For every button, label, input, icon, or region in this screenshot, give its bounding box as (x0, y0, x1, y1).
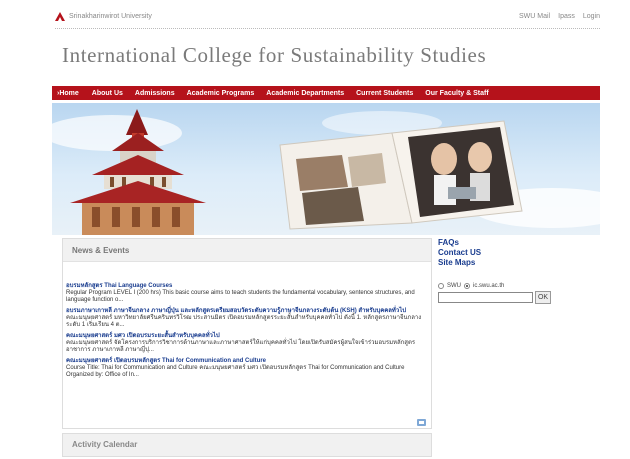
nav-academic-programs[interactable]: Academic Programs (181, 90, 261, 97)
news-item-body: Regular Program LEVEL I (200 hrs) This b… (66, 290, 415, 303)
swu-mail-link[interactable]: SWU Mail (519, 13, 550, 20)
ipass-link[interactable]: Ipass (558, 13, 575, 20)
hero-banner (52, 103, 600, 235)
nav-current-students[interactable]: Current Students (350, 90, 419, 97)
page: Srinakharinwirot University SWU Mail Ipa… (0, 0, 630, 459)
search-row: OK (438, 291, 558, 304)
news-item-title[interactable]: อบรมภาษาเกาหลี ภาษาจีนกลาง ภาษาญี่ปุ่น แ… (66, 308, 426, 315)
news-item-body: คณะมนุษยศาสตร์ จัดโครงการบริการวิชาการด้… (66, 340, 416, 353)
news-events-panel: News & Events อบรมหลักสูตร Thai Language… (62, 238, 432, 429)
search-scope: SWU ic.swu.ac.th (438, 283, 558, 289)
search-box: SWU ic.swu.ac.th OK (438, 283, 558, 304)
search-input[interactable] (438, 292, 533, 303)
university-name[interactable]: Srinakharinwirot University (69, 13, 152, 20)
rss-icon[interactable] (417, 419, 426, 426)
hero-illustration (52, 109, 600, 235)
nav-faculty-staff[interactable]: Our Faculty & Staff (419, 90, 494, 97)
news-item: อบรมภาษาเกาหลี ภาษาจีนกลาง ภาษาญี่ปุ่น แ… (66, 308, 426, 329)
nav-home[interactable]: ›Home (52, 90, 86, 97)
news-item: คณะมนุษยศาสตร์ เปิดอบรมหลักสูตร Thai for… (66, 358, 426, 379)
main-nav: ›Home About Us Admissions Academic Progr… (52, 86, 600, 100)
sidebar-links: FAQs Contact US Site Maps (438, 238, 568, 268)
nav-about-us[interactable]: About Us (86, 90, 129, 97)
news-item-body: Course Title: Thai for Communication and… (66, 365, 405, 378)
search-ok-button[interactable]: OK (535, 291, 551, 304)
nav-admissions[interactable]: Admissions (129, 90, 181, 97)
university-logo[interactable]: Srinakharinwirot University (55, 12, 152, 21)
site-maps-link[interactable]: Site Maps (438, 258, 568, 268)
divider (55, 28, 600, 29)
nav-home-label: Home (59, 89, 79, 97)
news-heading: News & Events (72, 246, 130, 255)
news-header: News & Events (63, 239, 431, 262)
news-list: อบรมหลักสูตร Thai Language Courses Regul… (66, 283, 426, 383)
activity-heading: Activity Calendar (72, 440, 138, 449)
top-bar: Srinakharinwirot University SWU Mail Ipa… (55, 12, 600, 26)
news-item-title[interactable]: คณะมนุษยศาสตร์ เปิดอบรมหลักสูตร Thai for… (66, 358, 426, 365)
contact-us-link[interactable]: Contact US (438, 248, 568, 258)
news-item-title[interactable]: คณะมนุษยศาสตร์ มศว เปิดอบรมระยะสั้นสำหรั… (66, 333, 426, 340)
faqs-link[interactable]: FAQs (438, 238, 568, 248)
nav-academic-departments[interactable]: Academic Departments (260, 90, 350, 97)
site-title[interactable]: International College for Sustainability… (62, 43, 486, 68)
radio-swu-label: SWU (447, 283, 461, 289)
radio-swu[interactable] (438, 283, 444, 289)
top-links: SWU Mail Ipass Login (519, 13, 600, 20)
swu-logo-icon (55, 12, 65, 21)
radio-ic-swu-label: ic.swu.ac.th (473, 283, 505, 289)
news-item-body: คณะมนุษยศาสตร์ มหาวิทยาลัยศรีนครินทรวิโร… (66, 315, 422, 328)
news-item: อบรมหลักสูตร Thai Language Courses Regul… (66, 283, 426, 304)
news-item: คณะมนุษยศาสตร์ มศว เปิดอบรมระยะสั้นสำหรั… (66, 333, 426, 354)
activity-calendar-panel: Activity Calendar (62, 433, 432, 457)
radio-ic-swu[interactable] (464, 283, 470, 289)
login-link[interactable]: Login (583, 13, 600, 20)
news-item-title[interactable]: อบรมหลักสูตร Thai Language Courses (66, 283, 426, 290)
